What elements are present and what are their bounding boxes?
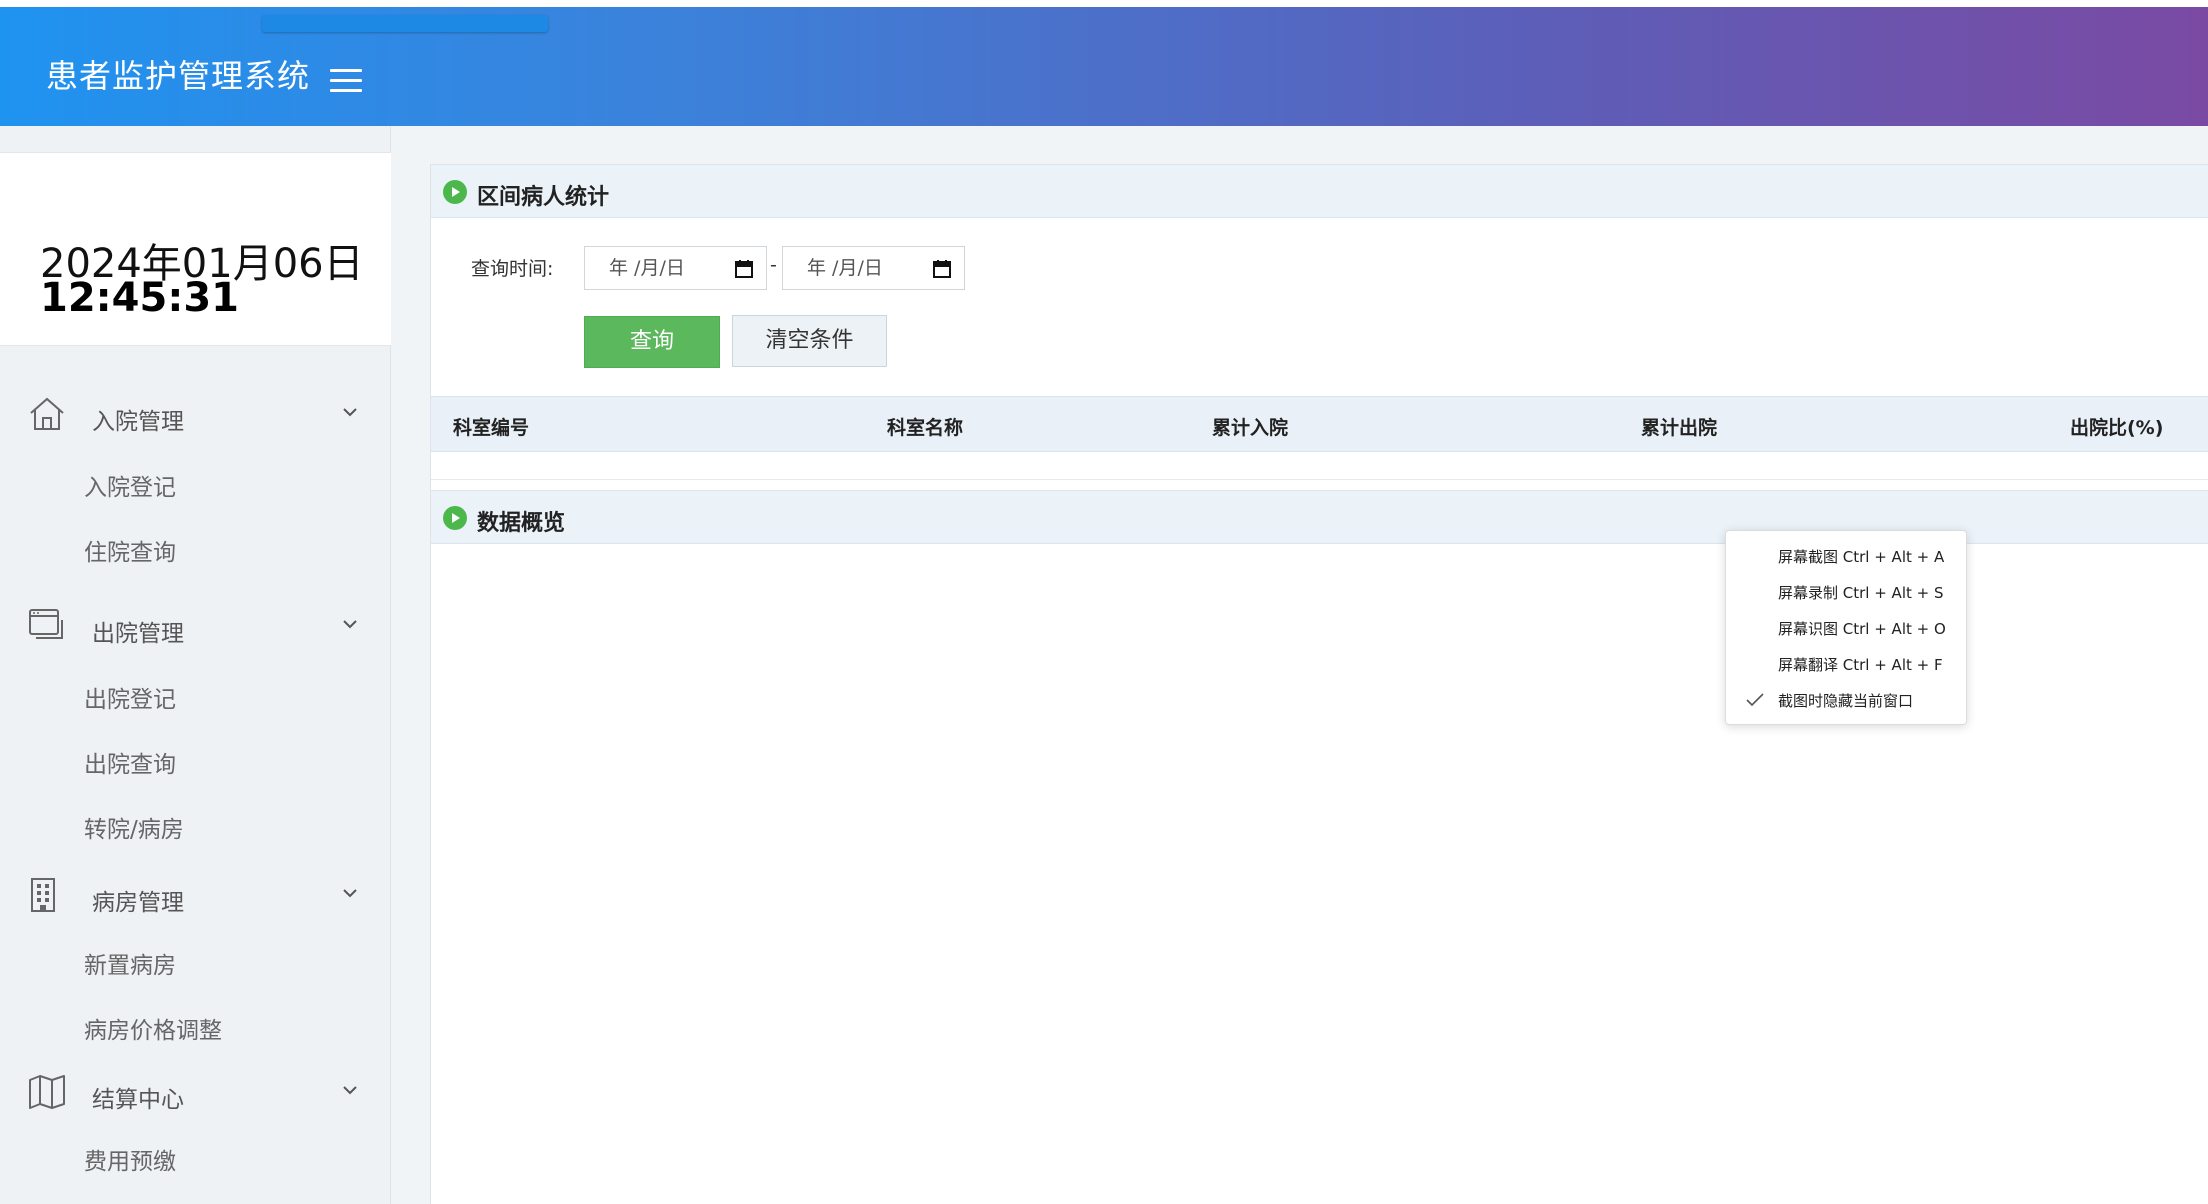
clock-time: 12:45:31 <box>40 275 239 321</box>
home-icon <box>30 397 64 430</box>
query-button[interactable]: 查询 <box>584 316 720 368</box>
sidebar-item-ward-price[interactable]: 病房价格调整 <box>84 1011 222 1045</box>
calendar-icon[interactable] <box>932 259 952 279</box>
column-header: 科室名称 <box>887 417 964 439</box>
app-title: 患者监护管理系统 <box>46 57 311 95</box>
chevron-down-icon <box>343 889 357 898</box>
play-circle-icon <box>443 506 467 530</box>
menu-item-screen-ocr[interactable]: 屏幕识图 Ctrl + Alt + O <box>1778 618 1946 639</box>
sidebar-group-label: 结算中心 <box>92 1087 184 1113</box>
query-time-label: 查询时间: <box>471 258 554 280</box>
checkmark-icon <box>1746 693 1764 707</box>
date-placeholder: 年 /月/日 <box>609 257 685 279</box>
stats-table-header: 科室编号 科室名称 累计入院 累计出院 出院比(%) <box>431 396 2208 452</box>
clock-panel: 2024年01月06日 12:45:31 <box>0 152 391 346</box>
date-separator: - <box>770 254 777 276</box>
date-placeholder: 年 /月/日 <box>807 257 883 279</box>
play-circle-icon <box>443 180 467 204</box>
sidebar: 2024年01月06日 12:45:31 入院管理 入院登记 住院查询 出院管理… <box>0 126 391 1204</box>
top-strip <box>0 0 2208 7</box>
menu-item-screenshot[interactable]: 屏幕截图 Ctrl + Alt + A <box>1778 546 1944 567</box>
sidebar-group-discharge[interactable]: 出院管理 <box>0 596 391 656</box>
map-icon <box>29 1075 65 1109</box>
column-header: 科室编号 <box>453 417 530 439</box>
sidebar-group-label: 病房管理 <box>92 890 184 916</box>
chevron-down-icon <box>343 408 357 417</box>
sidebar-item-inpatient-query[interactable]: 住院查询 <box>84 533 176 567</box>
chevron-down-icon <box>343 1086 357 1095</box>
sidebar-group-ward[interactable]: 病房管理 <box>0 865 391 925</box>
column-header: 累计入院 <box>1212 417 1289 439</box>
menu-item-screen-translate[interactable]: 屏幕翻译 Ctrl + Alt + F <box>1778 654 1943 675</box>
end-date-input[interactable]: 年 /月/日 <box>782 246 965 290</box>
stats-table-body <box>431 452 2208 480</box>
sidebar-item-discharge-query[interactable]: 出院查询 <box>84 745 176 779</box>
column-header: 累计出院 <box>1641 417 1718 439</box>
sidebar-item-admission-register[interactable]: 入院登记 <box>84 468 176 502</box>
sidebar-item-transfer[interactable]: 转院/病房 <box>84 810 184 844</box>
sidebar-item-new-ward[interactable]: 新置病房 <box>84 946 176 980</box>
clear-conditions-button[interactable]: 清空条件 <box>732 315 887 367</box>
menu-item-hide-window[interactable]: 截图时隐藏当前窗口 <box>1778 690 1913 711</box>
window-drag-bar[interactable] <box>262 15 548 32</box>
column-header: 出院比(%) <box>2070 417 2164 439</box>
chevron-down-icon <box>343 620 357 629</box>
overview-section-title: 数据概览 <box>477 511 566 536</box>
sidebar-group-label: 入院管理 <box>92 409 184 435</box>
building-icon <box>31 878 55 912</box>
start-date-input[interactable]: 年 /月/日 <box>584 246 767 290</box>
sidebar-group-admission[interactable]: 入院管理 <box>0 384 391 444</box>
menu-item-screen-record[interactable]: 屏幕录制 Ctrl + Alt + S <box>1778 582 1944 603</box>
stats-section-header: 区间病人统计 <box>431 164 2208 218</box>
window-stack-icon <box>29 609 63 639</box>
stats-section-title: 区间病人统计 <box>477 185 610 210</box>
sidebar-group-billing[interactable]: 结算中心 <box>0 1062 391 1122</box>
sidebar-item-prepay[interactable]: 费用预缴 <box>84 1142 176 1176</box>
calendar-icon[interactable] <box>734 259 754 279</box>
sidebar-group-label: 出院管理 <box>92 621 184 647</box>
sidebar-item-discharge-register[interactable]: 出院登记 <box>84 680 176 714</box>
hamburger-menu-icon[interactable] <box>330 69 362 93</box>
screenshot-context-menu: 屏幕截图 Ctrl + Alt + A 屏幕录制 Ctrl + Alt + S … <box>1725 530 1967 725</box>
